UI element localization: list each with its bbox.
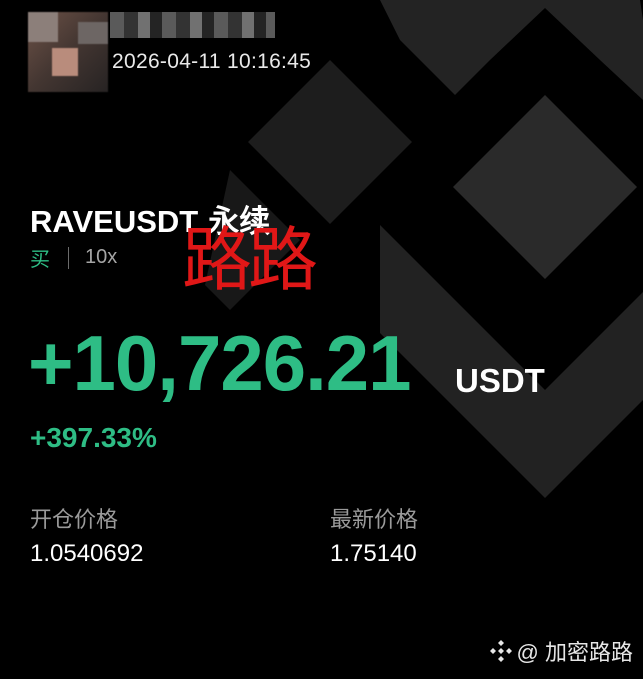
- side-label: 买: [30, 249, 50, 271]
- entry-price-label: 开仓价格: [30, 507, 119, 532]
- footer-watermark-text: @ 加密路路: [516, 640, 633, 665]
- roe-percentage: +397.33%: [30, 422, 157, 453]
- side-leverage-row: 买 10x: [30, 243, 117, 272]
- diamond-logo-icon: [489, 640, 512, 662]
- last-price-label: 最新价格: [330, 507, 419, 532]
- last-price-value: 1.75140: [330, 540, 417, 567]
- divider: [68, 246, 69, 269]
- leverage-label: 10x: [85, 246, 118, 268]
- avatar: [28, 12, 108, 92]
- symbol: RAVEUSDT: [30, 204, 199, 239]
- timestamp: 2026-04-11 10:16:45: [112, 50, 312, 73]
- username-redacted: [110, 12, 275, 38]
- pnl-unit: USDT: [455, 362, 545, 399]
- entry-price-value: 1.0540692: [30, 540, 144, 567]
- red-overlay-text: 路路: [182, 219, 318, 301]
- pnl-value: +10,726.21: [28, 319, 412, 407]
- footer-watermark: @ 加密路路: [489, 635, 633, 667]
